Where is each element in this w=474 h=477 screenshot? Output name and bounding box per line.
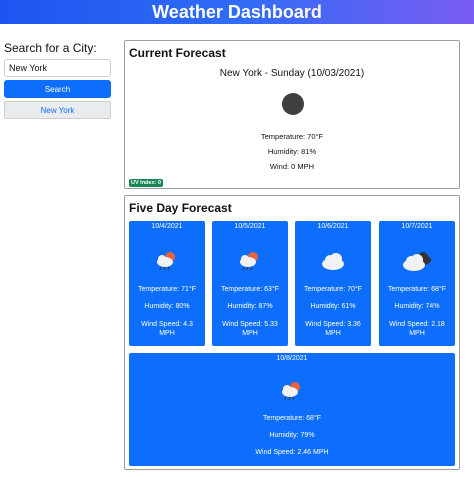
five-day-forecast-panel: Five Day Forecast 10/4/2021 Temperature:… bbox=[124, 195, 460, 470]
cloud-sun-rain-icon bbox=[157, 252, 175, 271]
forecast-humidity: Humidity: 74% bbox=[394, 303, 440, 310]
forecast-card-wide: 10/8/2021 Temperature: 68°F Humidity: 79… bbox=[129, 353, 455, 466]
clouds-icon bbox=[403, 252, 431, 271]
forecast-wind: Wind Speed: 4.3 bbox=[141, 321, 193, 328]
forecast-card: 10/6/2021 Temperature: 70°F Humidity: 61… bbox=[295, 221, 371, 346]
forecast-humidity: Humidity: 79% bbox=[269, 432, 315, 439]
app-header: Weather Dashboard bbox=[0, 0, 474, 24]
current-humidity: Humidity: 81% bbox=[267, 147, 317, 156]
forecast-wind: Wind Speed: 5.33 bbox=[222, 321, 278, 328]
dark-circle-icon bbox=[282, 93, 304, 115]
uv-index-badge: UV Index: 0 bbox=[129, 179, 163, 187]
forecast-wind-unit: MPH bbox=[159, 330, 175, 337]
forecast-wind-unit: MPH bbox=[242, 330, 258, 337]
current-wind: Wind: 0 MPH bbox=[269, 162, 315, 171]
forecast-temperature: Temperature: 63°F bbox=[220, 286, 280, 293]
forecast-card: 10/7/2021 Temperature: 68°F Humidity: 74… bbox=[379, 221, 455, 346]
forecast-card: 10/4/2021 Temperature: 71°F Humidity: 80… bbox=[129, 221, 205, 346]
forecast-date: 10/4/2021 bbox=[151, 223, 183, 230]
forecast-humidity: Humidity: 80% bbox=[144, 303, 190, 310]
city-search-input[interactable] bbox=[4, 59, 111, 77]
forecast-humidity: Humidity: 87% bbox=[227, 303, 273, 310]
search-button[interactable]: Search bbox=[4, 80, 111, 98]
cloud-icon bbox=[322, 253, 344, 270]
forecast-card: 10/5/2021 Temperature: 63°F Humidity: 87… bbox=[212, 221, 288, 346]
cloud-sun-rain-icon bbox=[282, 382, 300, 401]
current-temperature: Temperature: 70°F bbox=[260, 132, 324, 141]
forecast-temperature: Temperature: 70°F bbox=[303, 286, 363, 293]
forecast-temperature: Temperature: 68°F bbox=[262, 415, 322, 422]
page-title: Weather Dashboard bbox=[152, 2, 322, 22]
forecast-date: 10/7/2021 bbox=[401, 223, 433, 230]
forecast-wind-unit: MPH bbox=[325, 330, 341, 337]
forecast-temperature: Temperature: 71°F bbox=[137, 286, 197, 293]
forecast-wind: Wind Speed: 3.36 bbox=[305, 321, 361, 328]
history-button-new-york[interactable]: New York bbox=[4, 101, 111, 119]
forecast-wind: Wind Speed: 2.18 bbox=[389, 321, 445, 328]
forecast-date: 10/5/2021 bbox=[234, 223, 266, 230]
forecast-wind-unit: MPH bbox=[409, 330, 425, 337]
cloud-sun-rain-icon bbox=[240, 252, 258, 271]
current-forecast-panel: Current Forecast New York - Sunday (10/0… bbox=[124, 40, 460, 189]
city-date: New York - Sunday (10/03/2021) bbox=[219, 68, 365, 79]
forecast-wind: Wind Speed: 2.46 MPH bbox=[255, 449, 329, 456]
forecast-date: 10/8/2021 bbox=[276, 355, 308, 362]
forecast-date: 10/6/2021 bbox=[317, 223, 349, 230]
search-sidebar: Search for a City: Search New York bbox=[4, 40, 111, 119]
forecast-temperature: Temperature: 68°F bbox=[387, 286, 447, 293]
forecast-humidity: Humidity: 61% bbox=[310, 303, 356, 310]
five-day-title: Five Day Forecast bbox=[129, 201, 232, 215]
current-forecast-title: Current Forecast bbox=[129, 46, 226, 60]
search-label: Search for a City: bbox=[4, 41, 97, 55]
